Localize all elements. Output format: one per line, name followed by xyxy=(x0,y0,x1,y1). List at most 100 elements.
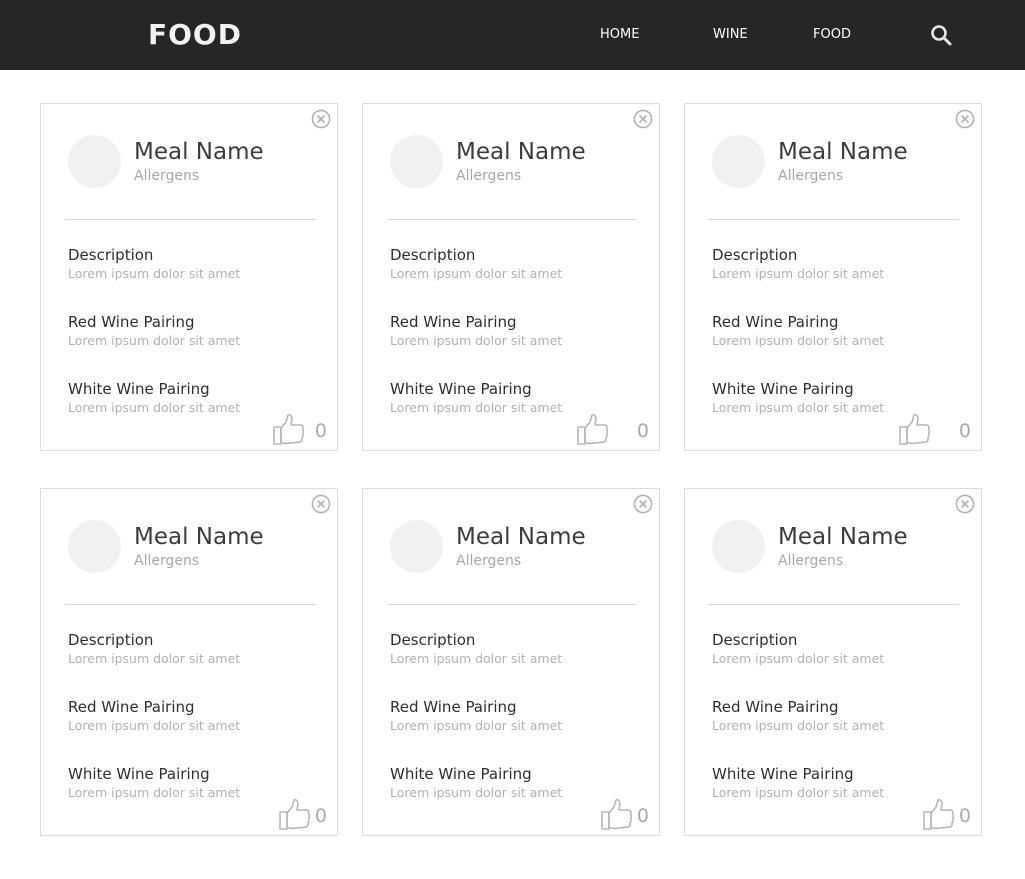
thumbs-up-icon xyxy=(601,799,633,830)
white-wine-label: White Wine Pairing xyxy=(68,765,210,783)
description-label: Description xyxy=(68,246,154,264)
card-divider xyxy=(709,604,959,605)
meal-avatar xyxy=(390,520,443,573)
meal-name: Meal Name xyxy=(456,524,586,550)
meal-allergens: Allergens xyxy=(778,553,844,569)
white-wine-value: Lorem ipsum dolor sit amet xyxy=(390,400,563,415)
description-value: Lorem ipsum dolor sit amet xyxy=(68,266,241,281)
thumbs-up-icon xyxy=(577,414,609,445)
description-value: Lorem ipsum dolor sit amet xyxy=(68,651,241,666)
meal-avatar xyxy=(390,135,443,188)
meal-card-3: Meal Name Allergens Description Lorem ip… xyxy=(684,103,982,451)
red-wine-label: Red Wine Pairing xyxy=(68,313,195,331)
card-divider xyxy=(387,219,637,220)
like-count: 0 xyxy=(314,420,327,442)
close-circle-icon xyxy=(955,109,975,129)
like-button[interactable] xyxy=(599,797,635,833)
description-label: Description xyxy=(712,246,798,264)
white-wine-label: White Wine Pairing xyxy=(712,380,854,398)
meal-name: Meal Name xyxy=(778,139,908,165)
white-wine-label: White Wine Pairing xyxy=(390,765,532,783)
nav-link-food[interactable]: FOOD xyxy=(813,27,851,43)
white-wine-value: Lorem ipsum dolor sit amet xyxy=(68,785,241,800)
like-count: 0 xyxy=(636,420,649,442)
like-count: 0 xyxy=(958,805,971,827)
close-card-button[interactable] xyxy=(633,109,653,129)
red-wine-value: Lorem ipsum dolor sit amet xyxy=(712,333,885,348)
white-wine-label: White Wine Pairing xyxy=(390,380,532,398)
like-count: 0 xyxy=(958,420,971,442)
like-count: 0 xyxy=(314,805,327,827)
close-card-button[interactable] xyxy=(955,109,975,129)
description-value: Lorem ipsum dolor sit amet xyxy=(390,651,563,666)
meal-avatar xyxy=(712,520,765,573)
search-button[interactable] xyxy=(929,23,953,47)
meal-avatar xyxy=(68,520,121,573)
meal-name: Meal Name xyxy=(456,139,586,165)
card-divider xyxy=(65,219,315,220)
search-icon xyxy=(931,25,952,46)
red-wine-label: Red Wine Pairing xyxy=(390,698,517,716)
red-wine-value: Lorem ipsum dolor sit amet xyxy=(712,718,885,733)
nav-link-home[interactable]: HOME xyxy=(600,27,639,43)
like-button[interactable] xyxy=(897,412,933,448)
close-circle-icon xyxy=(955,494,975,514)
meal-name: Meal Name xyxy=(134,524,264,550)
meal-allergens: Allergens xyxy=(134,168,200,184)
like-button[interactable] xyxy=(921,797,957,833)
close-card-button[interactable] xyxy=(311,109,331,129)
like-button[interactable] xyxy=(277,797,313,833)
meal-name: Meal Name xyxy=(778,524,908,550)
meal-allergens: Allergens xyxy=(456,553,522,569)
card-divider xyxy=(709,219,959,220)
white-wine-label: White Wine Pairing xyxy=(68,380,210,398)
red-wine-value: Lorem ipsum dolor sit amet xyxy=(68,718,241,733)
thumbs-up-icon xyxy=(899,414,931,445)
meal-avatar xyxy=(712,135,765,188)
white-wine-label: White Wine Pairing xyxy=(712,765,854,783)
description-label: Description xyxy=(712,631,798,649)
meal-card-5: Meal Name Allergens Description Lorem ip… xyxy=(362,488,660,836)
meal-name: Meal Name xyxy=(134,139,264,165)
top-navbar: FOOD HOME WINE FOOD xyxy=(0,0,1025,70)
close-circle-icon xyxy=(633,109,653,129)
close-circle-icon xyxy=(311,494,331,514)
meal-card-6: Meal Name Allergens Description Lorem ip… xyxy=(684,488,982,836)
red-wine-value: Lorem ipsum dolor sit amet xyxy=(390,718,563,733)
description-label: Description xyxy=(68,631,154,649)
white-wine-value: Lorem ipsum dolor sit amet xyxy=(390,785,563,800)
red-wine-value: Lorem ipsum dolor sit amet xyxy=(68,333,241,348)
like-button[interactable] xyxy=(271,412,307,448)
like-button[interactable] xyxy=(575,412,611,448)
description-label: Description xyxy=(390,631,476,649)
description-label: Description xyxy=(390,246,476,264)
white-wine-value: Lorem ipsum dolor sit amet xyxy=(712,400,885,415)
meal-allergens: Allergens xyxy=(456,168,522,184)
close-card-button[interactable] xyxy=(311,494,331,514)
red-wine-label: Red Wine Pairing xyxy=(712,698,839,716)
red-wine-label: Red Wine Pairing xyxy=(68,698,195,716)
meal-card-2: Meal Name Allergens Description Lorem ip… xyxy=(362,103,660,451)
meal-card-1: Meal Name Allergens Description Lorem ip… xyxy=(40,103,338,451)
meal-allergens: Allergens xyxy=(134,553,200,569)
thumbs-up-icon xyxy=(273,414,305,445)
description-value: Lorem ipsum dolor sit amet xyxy=(712,266,885,281)
card-divider xyxy=(65,604,315,605)
description-value: Lorem ipsum dolor sit amet xyxy=(712,651,885,666)
thumbs-up-icon xyxy=(279,799,311,830)
close-card-button[interactable] xyxy=(633,494,653,514)
red-wine-value: Lorem ipsum dolor sit amet xyxy=(390,333,563,348)
red-wine-label: Red Wine Pairing xyxy=(390,313,517,331)
nav-link-wine[interactable]: WINE xyxy=(713,27,748,43)
thumbs-up-icon xyxy=(923,799,955,830)
card-divider xyxy=(387,604,637,605)
brand-logo[interactable]: FOOD xyxy=(148,17,242,53)
red-wine-label: Red Wine Pairing xyxy=(712,313,839,331)
white-wine-value: Lorem ipsum dolor sit amet xyxy=(68,400,241,415)
close-card-button[interactable] xyxy=(955,494,975,514)
meal-allergens: Allergens xyxy=(778,168,844,184)
description-value: Lorem ipsum dolor sit amet xyxy=(390,266,563,281)
like-count: 0 xyxy=(636,805,649,827)
meal-avatar xyxy=(68,135,121,188)
meal-card-4: Meal Name Allergens Description Lorem ip… xyxy=(40,488,338,836)
